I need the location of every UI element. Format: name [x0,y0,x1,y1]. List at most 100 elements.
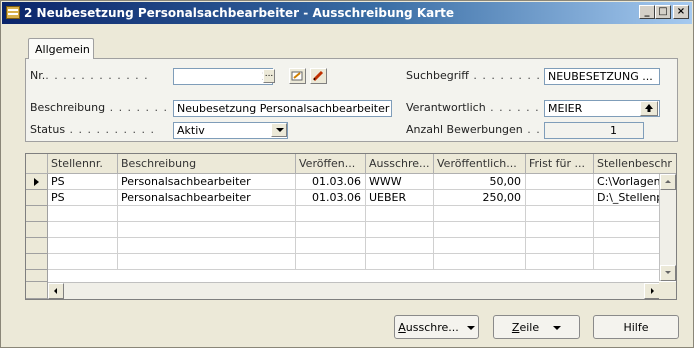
empty-cell[interactable] [434,222,526,238]
empty-cell[interactable] [434,238,526,254]
empty-row[interactable] [26,270,660,282]
ausschreibung-menu-button[interactable]: Ausschre... [394,315,479,339]
row-selector[interactable] [26,254,48,270]
empty-cell[interactable] [48,222,118,238]
empty-cell[interactable] [434,254,526,270]
cell-veroeffentlichung[interactable]: 01.03.06 [296,174,366,190]
empty-cell[interactable] [366,254,434,270]
empty-cell[interactable] [118,254,296,270]
suchbegriff-field[interactable]: NEUBESETZUNG ... [544,68,660,85]
empty-row[interactable] [26,222,660,238]
row-selector[interactable] [26,270,48,282]
title-bar[interactable]: 2 Neubesetzung Personalsachbearbeiter - … [2,2,692,24]
hilfe-button[interactable]: Hilfe [593,315,679,339]
minimize-button[interactable]: _ [639,5,655,19]
col-header-frist[interactable]: Frist für ... [526,154,594,174]
col-header-beschreibung[interactable]: Beschreibung [118,154,296,174]
cell-stellennr[interactable]: PS [48,190,118,206]
empty-row[interactable] [26,254,660,270]
zeile-menu-button[interactable]: Zeile [493,315,580,339]
empty-cell[interactable] [118,206,296,222]
nr-field[interactable]: 2 [173,68,273,85]
row-selector [26,282,48,299]
cell-stellenbeschreibung[interactable]: D:\_Stellenp [594,190,660,206]
anzahl-label: Anzahl Bewerbungen . . [406,123,541,136]
vertical-scrollbar[interactable] [659,174,676,281]
row-selector[interactable] [26,206,48,222]
scroll-left-icon[interactable] [48,283,64,299]
empty-cell[interactable] [594,206,660,222]
row-selector[interactable] [26,174,48,190]
empty-cell[interactable] [526,238,594,254]
empty-cell[interactable] [118,222,296,238]
lookup-up-icon[interactable] [640,101,658,116]
cell-beschreibung[interactable]: Personalsachbearbeiter [118,190,296,206]
cell-kosten[interactable]: 250,00 [434,190,526,206]
empty-cell[interactable] [366,222,434,238]
window-title: 2 Neubesetzung Personalsachbearbeiter - … [24,6,455,20]
empty-cell[interactable] [48,254,118,270]
empty-row[interactable] [26,238,660,254]
empty-cell[interactable] [48,238,118,254]
scroll-right-icon[interactable] [644,283,660,299]
scroll-corner [659,282,676,299]
cell-frist[interactable] [526,174,594,190]
cell-stellenbeschreibung[interactable]: C:\Vorlagen [594,174,660,190]
tab-allgemein[interactable]: Allgemein [28,38,94,59]
empty-cell[interactable] [296,206,366,222]
empty-cell[interactable] [526,222,594,238]
empty-cell[interactable] [594,254,660,270]
empty-cell[interactable] [526,254,594,270]
empty-cell[interactable] [296,238,366,254]
suchbegriff-label: Suchbegriff . . . . . . . . [406,69,541,82]
empty-row[interactable] [26,206,660,222]
empty-cell[interactable] [594,238,660,254]
status-dropdown-icon[interactable] [271,123,287,137]
empty-cell[interactable] [434,206,526,222]
row-selector[interactable] [26,222,48,238]
cell-frist[interactable] [526,190,594,206]
edit-card-icon[interactable] [289,68,306,84]
empty-cell[interactable] [48,206,118,222]
nr-assist-button[interactable]: ... [263,69,275,83]
table-row[interactable]: PS Personalsachbearbeiter 01.03.06 WWW 5… [26,174,660,190]
chevron-down-icon [466,326,475,330]
verantwortlich-label: Verantwortlich . . . . . . [406,101,540,114]
horizontal-scrollbar[interactable] [48,282,660,299]
status-label: Status . . . . . . . . . . [30,123,155,136]
empty-cell[interactable] [526,206,594,222]
card-window: 2 Neubesetzung Personalsachbearbeiter - … [0,0,694,348]
col-header-veroeffentlichung[interactable]: Veröffen... [296,154,366,174]
row-selector[interactable] [26,190,48,206]
beschreibung-field[interactable]: Neubesetzung Personalsachbearbeiter [173,100,392,117]
pencil-icon[interactable] [310,68,327,84]
col-header-stellenbeschreibung[interactable]: Stellenbeschr [594,154,676,174]
scroll-up-icon[interactable] [660,174,676,190]
table-row[interactable]: PS Personalsachbearbeiter 01.03.06 UEBER… [26,190,660,206]
grid-corner-header [26,154,48,174]
col-header-veroeffentlichungskosten[interactable]: Veröffentlich... [434,154,526,174]
cell-ausschreibung[interactable]: UEBER [366,190,434,206]
nr-label: Nr.. . . . . . . . . . . . [30,69,149,82]
col-header-stellennr[interactable]: Stellennr. [48,154,118,174]
maximize-button[interactable]: □ [655,5,671,19]
chevron-down-icon [553,326,562,330]
empty-cell[interactable] [594,222,660,238]
cell-kosten[interactable]: 50,00 [434,174,526,190]
empty-cell[interactable] [366,238,434,254]
general-panel: Nr.. . . . . . . . . . . . 2 ... Beschre… [25,58,678,142]
empty-cell[interactable] [366,206,434,222]
close-button[interactable]: × [673,5,689,19]
scroll-down-icon[interactable] [660,265,676,281]
beschreibung-label: Beschreibung . . . . . . . [30,101,169,114]
empty-cell[interactable] [296,254,366,270]
cell-stellennr[interactable]: PS [48,174,118,190]
cell-beschreibung[interactable]: Personalsachbearbeiter [118,174,296,190]
anzahl-bewerbungen-field[interactable]: 1 [544,122,644,139]
col-header-ausschreibung[interactable]: Ausschre... [366,154,434,174]
cell-ausschreibung[interactable]: WWW [366,174,434,190]
empty-cell[interactable] [118,238,296,254]
empty-cell[interactable] [296,222,366,238]
cell-veroeffentlichung[interactable]: 01.03.06 [296,190,366,206]
row-selector[interactable] [26,238,48,254]
